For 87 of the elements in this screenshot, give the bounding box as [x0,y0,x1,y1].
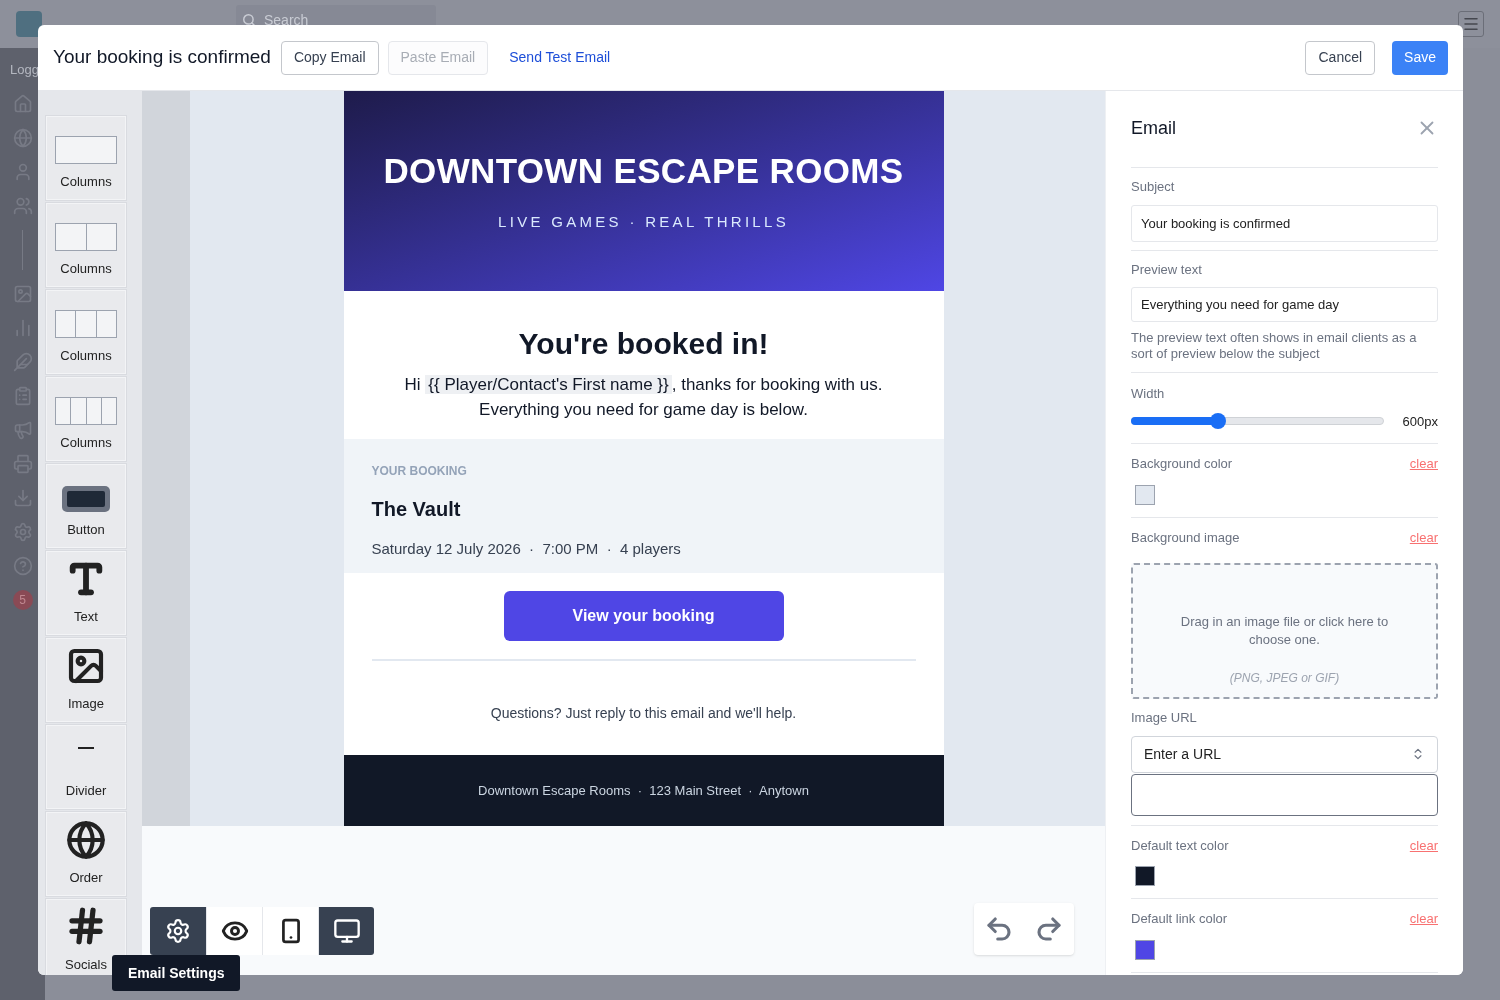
help-text: The preview text often shows in email clients as a sort of preview below the subject [1131,330,1418,362]
drop-zone-text: Drag in an image file or click here to choose one. [1179,613,1390,649]
field-label: Default text color [1131,836,1229,855]
panel-title: Email [1131,116,1176,140]
field-label: Preview text [1131,260,1203,279]
block-label: Columns [60,259,112,278]
sidebar-icon[interactable] [12,521,33,542]
field-label: Image URL [1131,709,1198,727]
sidebar-icon[interactable] [12,419,33,440]
send-test-link[interactable]: Send Test Email [497,40,623,75]
color-swatch[interactable] [1135,939,1155,960]
color-swatch[interactable] [1135,866,1155,886]
sidebar-label: Logg [9,61,39,79]
width-reading: 600px [1402,412,1438,431]
menu-icon [1462,15,1480,33]
block-label: Order [69,868,103,887]
tooltip: Email Settings [112,955,241,991]
sidebar-icon[interactable] [12,93,33,114]
booking-details: Saturday 12 July 2026 · 7:00 PM · 4 players [371,539,682,559]
columns-icon [55,222,117,251]
view-toggle[interactable] [262,907,318,955]
sidebar-icon[interactable] [12,195,33,216]
field-label: Background color [1131,455,1233,473]
save-button[interactable]: Save [1392,40,1448,75]
sidebar-icon[interactable] [12,555,33,576]
cancel-button[interactable]: Cancel [1305,40,1376,75]
modal-title: Your booking is confirmed [53,45,271,70]
footer-text: Downtown Escape Rooms · 123 Main Street · Anytown [478,781,809,800]
color-swatch[interactable] [1135,484,1155,505]
block-tile[interactable]: Socials [46,899,126,975]
view-toggle[interactable] [206,907,262,955]
view-toggle[interactable] [150,907,206,955]
block-label: Image [67,694,105,713]
room-name: The Vault [371,497,462,522]
subject-field[interactable]: Your booking is confirmed [1131,204,1438,242]
block-tile[interactable]: Columns [46,116,126,200]
block-tile[interactable]: Columns [46,203,126,287]
button-block-icon [62,485,110,512]
help-note: Questions? Just reply to this email and we'll help. [490,704,797,723]
booking-label: YOUR BOOKING [371,463,468,480]
banner-tagline: LIVE GAMES · REAL THRILLS [498,212,789,232]
preview-text-field[interactable]: Everything you need for game day [1131,287,1438,322]
field-label: Subject [1131,178,1176,196]
sidebar-icon[interactable] [12,453,33,474]
view-booking-button[interactable]: View your booking [503,591,784,641]
block-tile[interactable]: Divider [46,725,126,809]
block-label: Columns [60,346,112,365]
notification-badge: 5 [12,589,33,610]
settings-icon [165,918,191,944]
columns-icon [55,396,117,425]
block-label: Divider [65,781,107,800]
block-tile[interactable]: Columns [46,290,126,374]
block-tile[interactable]: Text [46,551,126,635]
email-heading: You're booked in! [518,326,769,362]
greeting-text: Hi {{ Player/Contact's First name }} , thanks for booking with us. Everything you need for game day is below. [404,374,883,421]
block-label: Columns [60,433,112,452]
globe-icon [66,819,106,860]
columns-icon [55,309,117,338]
field-label: Background image [1131,528,1240,547]
field-label: Width [1131,385,1166,403]
block-tile[interactable]: Image [46,638,126,722]
block-label: Socials [65,955,107,974]
merge-tag: {{ Player/Contact's First name }} [425,375,672,394]
block-label: Button [67,520,105,539]
block-label: Text [74,607,98,626]
divider-icon [78,746,94,749]
image-drop-zone[interactable]: Drag in an image file or click here to choose one. (PNG, JPEG or GIF) [1131,563,1438,699]
toolbar-button[interactable]: Copy Email [280,40,379,75]
view-toggle[interactable] [318,907,374,955]
block-tile[interactable]: Order [46,812,126,896]
block-label: Columns [60,172,112,191]
sidebar-icon[interactable] [12,351,33,372]
banner-title: DOWNTOWN ESCAPE ROOMS [383,149,904,192]
sidebar-icon[interactable] [12,283,33,304]
sidebar-icon[interactable] [12,127,33,148]
columns-icon [55,135,117,164]
url-field[interactable] [1131,773,1438,816]
sidebar-icon[interactable] [12,487,33,508]
slider-thumb[interactable] [1209,413,1226,430]
url-type-select[interactable]: Enter a URL [1131,735,1438,773]
block-tile[interactable]: Button [46,464,126,548]
search-icon [242,13,256,27]
desktop-icon [332,917,361,945]
block-tile[interactable]: Columns [46,377,126,461]
logo-icon [16,11,42,37]
field-label: Default link color [1131,910,1228,928]
file-formats-text: (PNG, JPEG or GIF) [1229,670,1340,687]
